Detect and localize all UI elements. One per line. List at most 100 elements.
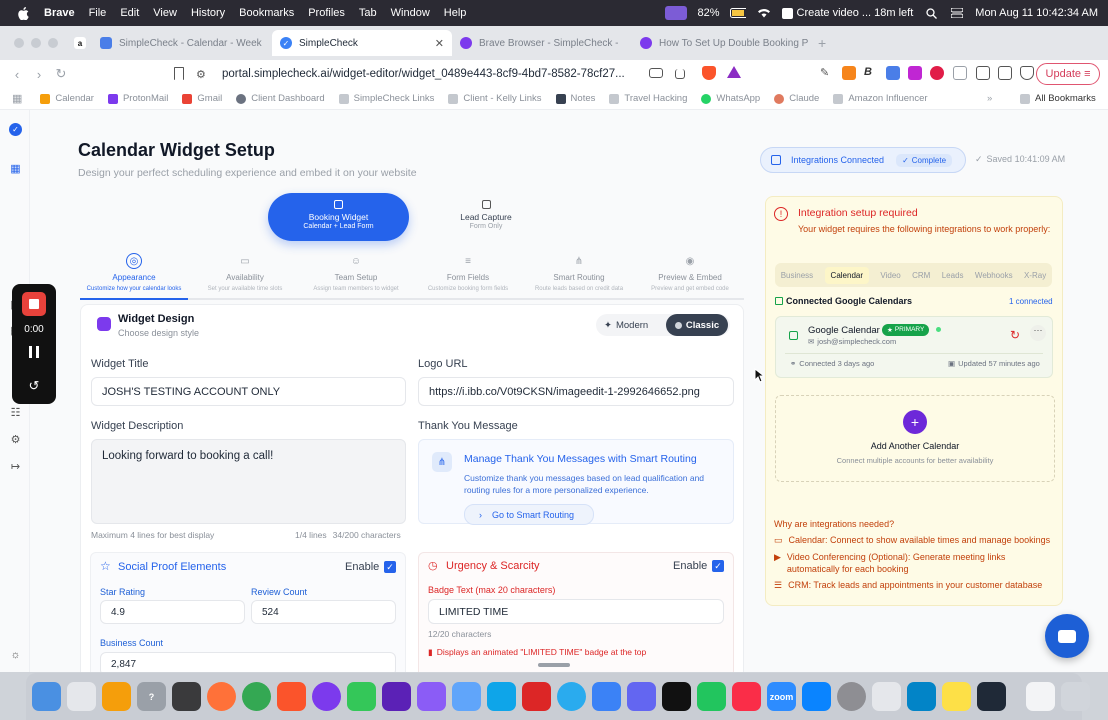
style-modern-button[interactable]: ✦ Modern (604, 314, 648, 336)
menu-help[interactable]: Help (444, 7, 467, 19)
apple-icon[interactable] (16, 6, 30, 20)
bookmark-protonmail[interactable]: ProtonMail (107, 93, 168, 104)
url-field[interactable]: ⚙ portal.simplecheck.ai/widget-editor/wi… (196, 63, 751, 85)
menu-app-name[interactable]: Brave (44, 7, 75, 19)
star-app-icon[interactable] (382, 682, 411, 711)
add-icon[interactable]: + (903, 410, 927, 434)
step-form-fields[interactable]: ≡ Form Fields Customize booking form fie… (413, 253, 523, 293)
logout-icon[interactable]: ↦ (9, 460, 22, 473)
more-options-icon[interactable]: ⋯ (1030, 325, 1046, 341)
tab-business[interactable]: Business (781, 271, 813, 280)
brave-rewards-icon[interactable] (727, 66, 741, 78)
puzzle-extension-icon[interactable] (953, 66, 967, 80)
menu-bookmarks[interactable]: Bookmarks (239, 7, 294, 19)
settings-icon[interactable]: ⚙ (9, 433, 22, 446)
logo-url-input[interactable]: https://i.ibb.co/V0t9CKSN/imageedit-1-29… (418, 377, 734, 406)
system-settings-icon[interactable] (837, 682, 866, 711)
bookmark-notes[interactable]: Notes (555, 93, 595, 104)
tab-calendar[interactable]: Calendar (824, 266, 870, 284)
menu-view[interactable]: View (153, 7, 177, 19)
trash-icon[interactable] (1061, 682, 1090, 711)
mail-app-icon[interactable] (487, 682, 516, 711)
firefox-icon[interactable] (207, 682, 236, 711)
music-icon[interactable] (732, 682, 761, 711)
close-tab-icon[interactable]: ✕ (435, 37, 444, 50)
step-appearance[interactable]: ◎ Appearance Customize how your calendar… (79, 253, 189, 292)
terminal-icon[interactable] (662, 682, 691, 711)
pen-extension-icon[interactable]: ✎ (820, 66, 834, 80)
pause-icon[interactable] (29, 346, 39, 358)
add-calendar-card[interactable] (775, 395, 1055, 482)
control-center-icon[interactable] (949, 7, 965, 19)
update-button[interactable]: Update ≡ (1036, 63, 1100, 85)
messages-icon[interactable] (347, 682, 376, 711)
go-to-smart-routing-button[interactable]: › Go to Smart Routing (464, 504, 594, 525)
site-settings-icon[interactable]: ⚙ (196, 68, 212, 81)
badge-text-input[interactable]: LIMITED TIME (428, 599, 724, 624)
documents-folder-icon[interactable] (1026, 682, 1055, 711)
minimize-window-button[interactable] (31, 38, 41, 48)
tab-brave-browser[interactable]: Brave Browser - SimpleCheck - (452, 30, 632, 56)
description-textarea[interactable]: Looking forward to booking a call! (91, 439, 406, 524)
telegram-icon[interactable] (557, 682, 586, 711)
reload-button[interactable]: ↻ (50, 66, 72, 82)
menu-window[interactable]: Window (391, 7, 430, 19)
activity-monitor-icon[interactable] (977, 682, 1006, 711)
stop-recording-button[interactable] (22, 292, 46, 316)
step-team-setup[interactable]: ☺ Team Setup Assign team members to widg… (301, 253, 411, 293)
bookmark-icon[interactable] (174, 67, 184, 80)
launchpad-icon[interactable] (67, 682, 96, 711)
files-app-icon[interactable] (872, 682, 901, 711)
menu-edit[interactable]: Edit (120, 7, 139, 19)
search-icon[interactable] (923, 7, 939, 19)
screen-cast-icon[interactable] (649, 68, 663, 78)
app-logo-icon[interactable]: ✓ (9, 123, 22, 136)
vpn-icon[interactable] (998, 66, 1012, 80)
zoom-icon[interactable]: zoom (767, 682, 796, 711)
tab-simplecheck-calendar[interactable]: SimpleCheck - Calendar - Week (92, 30, 272, 56)
tab-leads[interactable]: Leads (942, 271, 964, 280)
bookmark-amazon-influencer[interactable]: Amazon Influencer (833, 93, 928, 104)
menu-profiles[interactable]: Profiles (308, 7, 345, 19)
wallet-icon[interactable] (976, 66, 990, 80)
brave-icon[interactable] (277, 682, 306, 711)
bookmark-claude[interactable]: Claude (774, 93, 819, 104)
pinned-tab-amazon[interactable]: a (68, 30, 92, 56)
notes-app-icon[interactable] (942, 682, 971, 711)
step-preview-embed[interactable]: ◉ Preview & Embed Preview and get embed … (635, 253, 745, 293)
mode-lead-capture[interactable]: Lead Capture Form Only (418, 193, 554, 241)
mode-booking-widget[interactable]: Booking Widget Calendar + Lead Form (268, 193, 409, 241)
step-availability[interactable]: ▭ Availability Set your available time s… (190, 253, 300, 293)
tab-video[interactable]: Video (880, 271, 900, 280)
zoom-window-button[interactable] (48, 38, 58, 48)
style-classic-button[interactable]: Classic (666, 314, 728, 336)
tab-double-booking[interactable]: How To Set Up Double Booking P (632, 30, 812, 56)
arc-icon[interactable] (312, 682, 341, 711)
bookmark-client-dashboard[interactable]: Client Dashboard (236, 93, 325, 104)
star-rating-input[interactable]: 4.9 (100, 600, 245, 624)
back-button[interactable]: ‹ (6, 67, 28, 82)
metamask-icon[interactable] (842, 66, 856, 80)
bookmark-simplecheck-links[interactable]: SimpleCheck Links (338, 93, 434, 104)
settings-app-icon[interactable] (627, 682, 656, 711)
reminder-text[interactable]: Create video ... 18m left (781, 7, 913, 19)
photos-icon[interactable] (102, 682, 131, 711)
facetime-icon[interactable] (697, 682, 726, 711)
app-store-icon[interactable] (802, 682, 831, 711)
refresh-icon[interactable]: ↻ (1010, 328, 1020, 342)
theme-toggle-icon[interactable]: ☼ (9, 648, 22, 661)
calculator-icon[interactable] (172, 682, 201, 711)
more-bookmarks-icon[interactable]: » (987, 93, 992, 104)
share-icon[interactable] (675, 69, 685, 79)
design-extension-icon[interactable] (908, 66, 922, 80)
widget-title-input[interactable]: JOSH'S TESTING ACCOUNT ONLY (91, 377, 406, 406)
forward-button[interactable]: › (28, 67, 50, 82)
business-count-input[interactable]: 2,847 (100, 652, 396, 672)
mail-client-icon[interactable] (907, 682, 936, 711)
chrome-icon[interactable] (242, 682, 271, 711)
urgency-enable-checkbox[interactable]: ✓ (712, 560, 724, 572)
tab-webhooks[interactable]: Webhooks (975, 271, 1013, 280)
tab-xray[interactable]: X-Ray (1024, 271, 1046, 280)
chat-button[interactable] (1045, 614, 1089, 658)
help-icon[interactable]: ? (137, 682, 166, 711)
